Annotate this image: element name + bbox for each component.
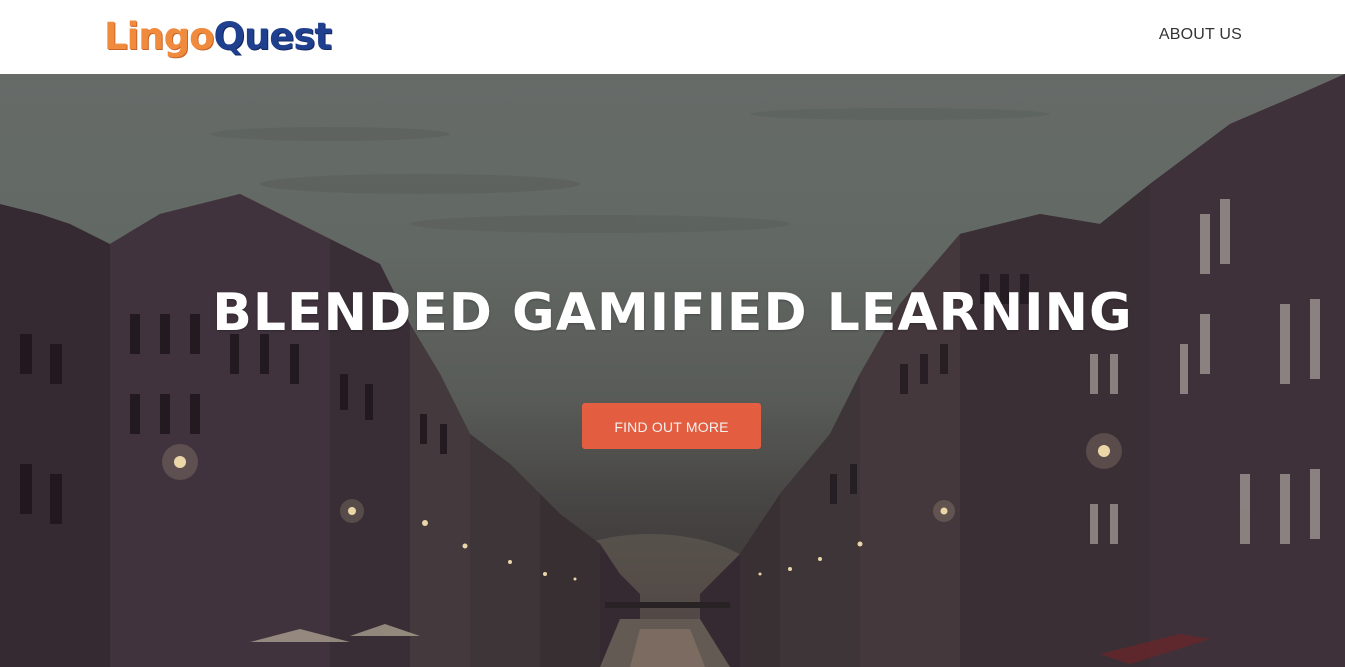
brand-logo-lingo: Lingo	[104, 14, 215, 58]
hero-title: BLENDED GAMIFIED LEARNING	[212, 283, 1133, 343]
nav-link-about-us[interactable]: ABOUT US	[1159, 26, 1242, 44]
hero-background-image	[0, 74, 1345, 667]
brand-logo[interactable]: Lingo Quest	[104, 10, 333, 62]
hero-section: BLENDED GAMIFIED LEARNING FIND OUT MORE	[0, 74, 1345, 667]
navbar: Lingo Quest ABOUT US	[0, 0, 1345, 74]
find-out-more-button[interactable]: FIND OUT MORE	[582, 403, 761, 449]
brand-logo-quest: Quest	[213, 14, 333, 58]
